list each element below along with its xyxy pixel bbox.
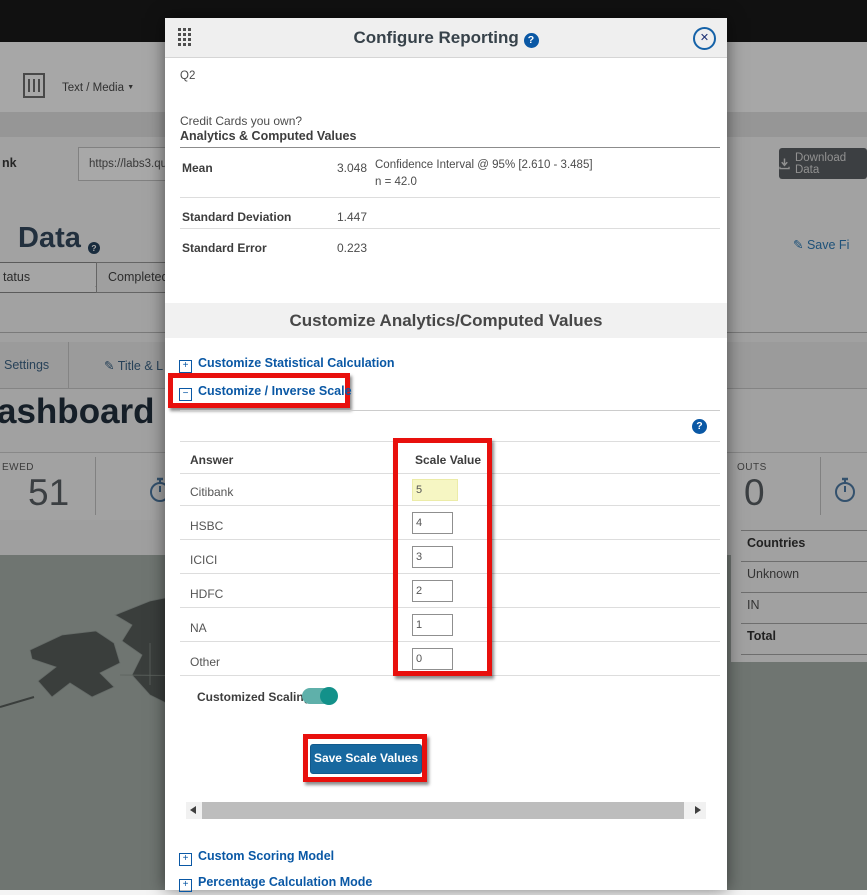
- customized-scaling-toggle[interactable]: [302, 688, 336, 704]
- analytics-row-label: Standard Deviation: [182, 210, 291, 224]
- answer-label: HSBC: [190, 519, 223, 533]
- plus-box-icon: +: [179, 360, 192, 373]
- scale-value-input-hsbc[interactable]: [412, 512, 453, 534]
- scroll-left-icon[interactable]: [190, 806, 196, 814]
- close-icon[interactable]: ✕: [693, 27, 716, 50]
- table-border: [180, 539, 720, 540]
- configure-reporting-modal: Configure Reporting ? ✕ Q2 Credit Cards …: [165, 18, 727, 890]
- scroll-right-icon[interactable]: [695, 806, 701, 814]
- question-text: Credit Cards you own?: [180, 114, 302, 128]
- confidence-interval-note: Confidence Interval @ 95% [2.610 - 3.485…: [375, 159, 593, 171]
- table-border: [180, 505, 720, 506]
- scale-value-input-icici[interactable]: [412, 546, 453, 568]
- answer-label: HDFC: [190, 587, 223, 601]
- analytics-row-value: 3.048: [337, 161, 367, 175]
- link-customize-statistical[interactable]: +Customize Statistical Calculation: [179, 356, 395, 373]
- scale-help-icon[interactable]: ?: [692, 419, 707, 434]
- link-custom-scoring-model[interactable]: +Custom Scoring Model: [179, 849, 334, 866]
- analytics-row-label: Mean: [182, 161, 213, 175]
- plus-box-icon: +: [179, 853, 192, 866]
- help-icon[interactable]: ?: [524, 33, 539, 48]
- link-percentage-calculation-mode[interactable]: +Percentage Calculation Mode: [179, 875, 372, 892]
- answer-label: NA: [190, 621, 207, 635]
- analytics-section-title: Analytics & Computed Values: [180, 129, 356, 143]
- scrollbar-thumb[interactable]: [202, 802, 684, 819]
- customize-heading: Customize Analytics/Computed Values: [165, 303, 727, 338]
- answer-label: ICICI: [190, 553, 217, 567]
- toggle-knob: [320, 687, 338, 705]
- customized-scaling-label: Customized Scaling: [197, 690, 311, 704]
- save-scale-values-button[interactable]: Save Scale Values: [310, 744, 422, 774]
- section-divider: [180, 147, 720, 148]
- annotation-box-inverse-scale: −Customize / Inverse Scale: [168, 373, 350, 408]
- horizontal-scrollbar[interactable]: [186, 802, 706, 819]
- answer-label: Other: [190, 655, 220, 669]
- section-divider: [180, 410, 720, 411]
- analytics-row-value: 1.447: [337, 210, 367, 224]
- answer-label: Citibank: [190, 485, 233, 499]
- table-border: [180, 441, 720, 442]
- scale-value-column-header: Scale Value: [415, 453, 481, 467]
- row-divider: [180, 197, 720, 198]
- analytics-row-label: Standard Error: [182, 241, 267, 255]
- scale-value-input-hdfc[interactable]: [412, 580, 453, 602]
- answer-column-header: Answer: [190, 453, 233, 467]
- scale-value-input-citibank[interactable]: [412, 479, 458, 501]
- sample-size-note: n = 42.0: [375, 176, 417, 188]
- modal-title: Configure Reporting ?: [165, 18, 727, 57]
- scale-value-input-na[interactable]: [412, 614, 453, 636]
- row-divider: [180, 228, 720, 229]
- scale-value-input-other[interactable]: [412, 648, 453, 670]
- plus-box-icon: +: [179, 879, 192, 892]
- drag-handle-icon[interactable]: [178, 28, 191, 47]
- table-border: [180, 573, 720, 574]
- table-border: [180, 473, 720, 474]
- question-code: Q2: [180, 70, 195, 82]
- link-customize-inverse-scale[interactable]: −Customize / Inverse Scale: [179, 384, 352, 398]
- analytics-row-value: 0.223: [337, 241, 367, 255]
- table-border: [180, 641, 720, 642]
- minus-box-icon: −: [179, 388, 192, 401]
- table-border: [180, 607, 720, 608]
- table-border: [180, 675, 720, 676]
